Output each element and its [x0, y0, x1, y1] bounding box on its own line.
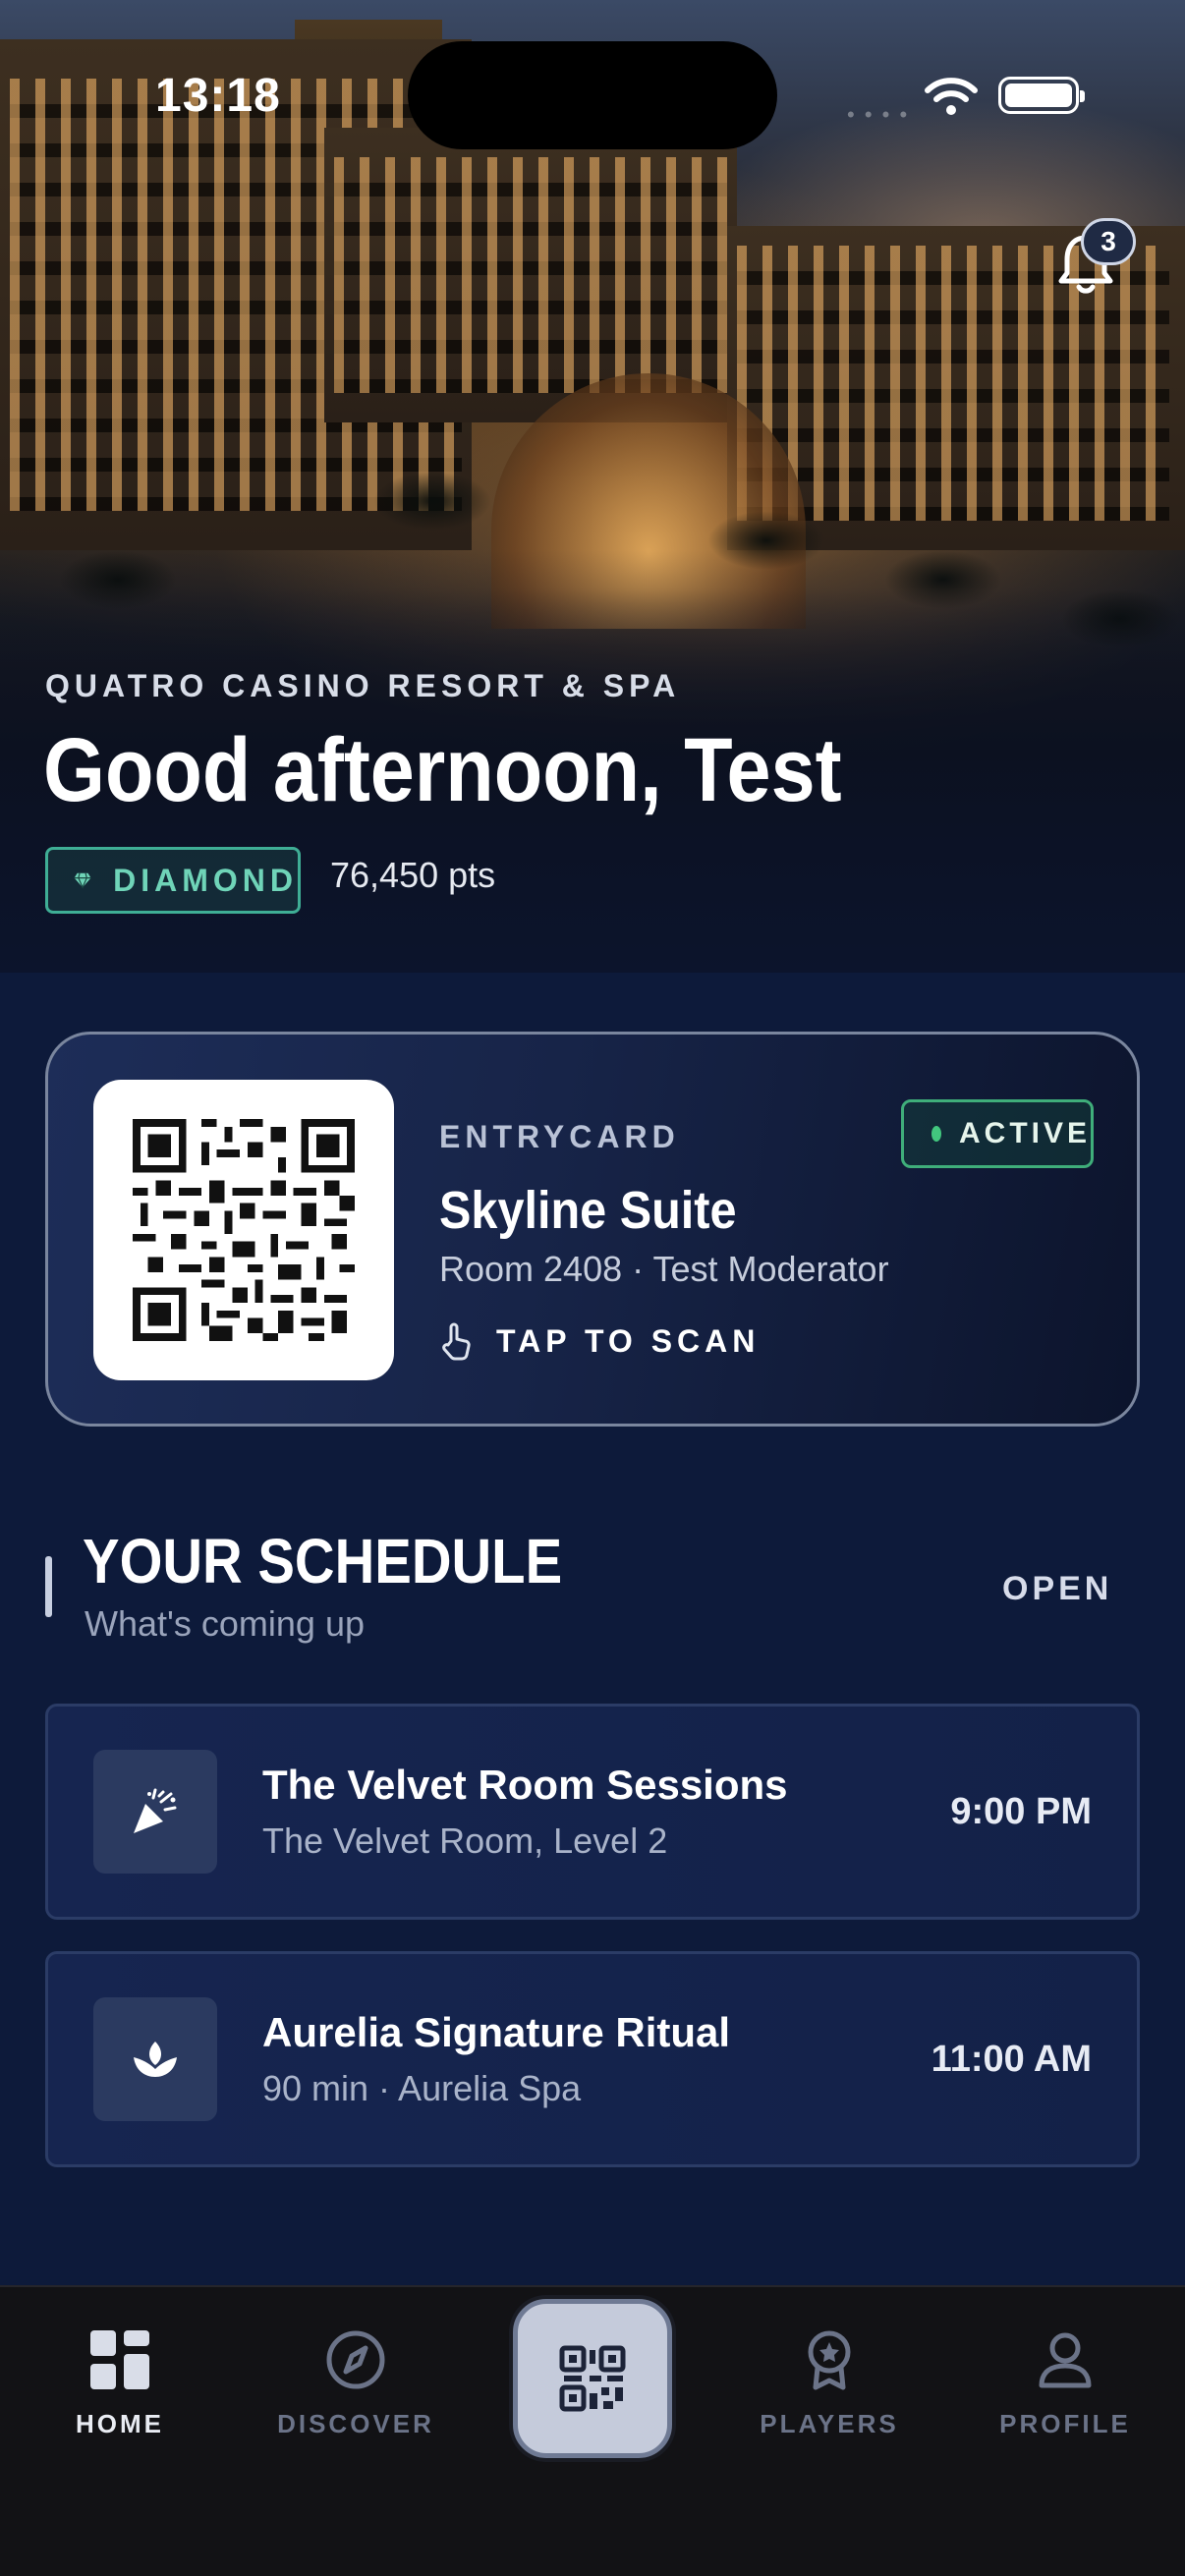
tier-label: DIAMOND	[113, 862, 298, 898]
tab-home[interactable]: HOME	[22, 2328, 218, 2438]
section-accent-bar	[45, 1556, 52, 1617]
qr-code-icon	[133, 1119, 355, 1341]
tap-to-scan-button[interactable]: TAP TO SCAN	[439, 1321, 760, 1361]
schedule-item-icon-box	[93, 1997, 217, 2121]
grid-icon	[90, 2330, 149, 2389]
signal-icon: • • • •	[847, 102, 910, 127]
tab-discover[interactable]: DISCOVER	[257, 2328, 454, 2438]
user-icon	[1039, 2332, 1092, 2388]
tab-discover-label: DISCOVER	[277, 2409, 434, 2438]
schedule-item-title: The Velvet Room Sessions	[262, 1762, 788, 1808]
schedule-subtitle: What's coming up	[85, 1603, 365, 1644]
schedule-item-time: 11:00 AM	[931, 2039, 1092, 2080]
schedule-title: YOUR SCHEDULE	[83, 1526, 563, 1596]
tab-profile[interactable]: PROFILE	[967, 2328, 1163, 2438]
resort-name: QUATRO CASINO RESORT & SPA	[45, 668, 681, 703]
schedule-item-time: 9:00 PM	[950, 1791, 1092, 1832]
bottom-tab-bar: HOME DISCOVER PLAYERS PROFILE	[0, 2285, 1185, 2576]
wifi-icon	[925, 78, 978, 115]
schedule-item-subtitle: The Velvet Room, Level 2	[262, 1820, 668, 1861]
award-icon	[808, 2330, 851, 2390]
battery-icon	[998, 77, 1085, 114]
qr-code[interactable]	[93, 1080, 394, 1380]
schedule-item[interactable]: Aurelia Signature Ritual 90 min · Aureli…	[45, 1951, 1140, 2167]
compass-icon	[326, 2330, 385, 2389]
card-title: Skyline Suite	[439, 1181, 737, 1240]
tab-players[interactable]: PLAYERS	[731, 2328, 928, 2438]
status-dot-icon	[931, 1126, 941, 1142]
tap-to-scan-label: TAP TO SCAN	[496, 1322, 761, 1359]
schedule-open-link[interactable]: OPEN	[1002, 1570, 1112, 1608]
card-kicker: ENTRYCARD	[439, 1119, 680, 1154]
palm-tree	[373, 472, 491, 531]
schedule-item-title: Aurelia Signature Ritual	[262, 2009, 731, 2055]
diamond-icon	[74, 872, 91, 889]
tap-hand-icon	[442, 1322, 471, 1361]
schedule-item[interactable]: The Velvet Room Sessions The Velvet Room…	[45, 1704, 1140, 1920]
tier-badge: DIAMOND	[45, 847, 301, 914]
status-badge: ACTIVE	[901, 1099, 1094, 1168]
notifications-button[interactable]: 3	[1051, 218, 1136, 301]
tab-players-label: PLAYERS	[760, 2409, 899, 2438]
schedule-item-subtitle: 90 min · Aurelia Spa	[262, 2068, 582, 2108]
lotus-icon	[134, 2042, 177, 2077]
qr-code-icon	[559, 2345, 626, 2412]
points-balance: 76,450 pts	[330, 855, 496, 895]
party-popper-icon	[134, 1788, 177, 1833]
scan-qr-button[interactable]	[513, 2299, 672, 2458]
status-label: ACTIVE	[958, 1117, 1091, 1149]
tab-profile-label: PROFILE	[999, 2409, 1131, 2438]
entry-card[interactable]: ENTRYCARD ACTIVE Skyline Suite Room 2408…	[45, 1032, 1140, 1427]
hotel-windows-center	[334, 157, 727, 393]
greeting-title: Good afternoon, Test	[43, 720, 842, 820]
card-subtitle: Room 2408 · Test Moderator	[439, 1249, 889, 1289]
notification-count-badge: 3	[1081, 218, 1136, 265]
tab-home-label: HOME	[76, 2409, 164, 2438]
status-time: 13:18	[155, 70, 281, 122]
schedule-item-icon-box	[93, 1750, 217, 1874]
dynamic-island	[408, 41, 777, 149]
